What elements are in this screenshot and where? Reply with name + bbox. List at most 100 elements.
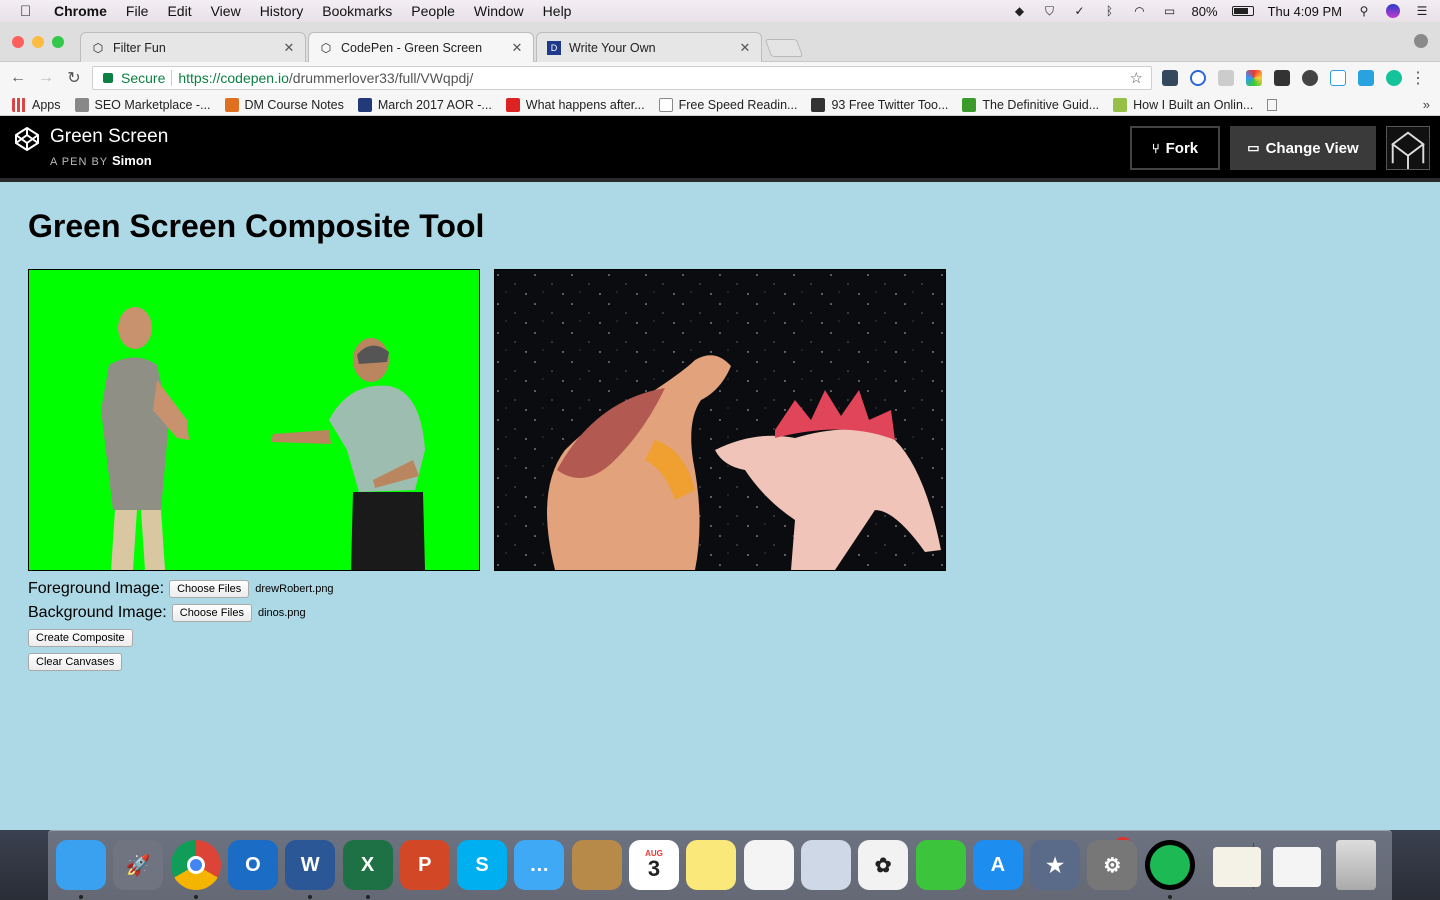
bookmark-star-icon[interactable]: ☆ (1130, 69, 1143, 87)
check-icon[interactable]: ✓ (1072, 4, 1088, 18)
bookmark-definitive-guide[interactable]: The Definitive Guid... (962, 97, 1099, 112)
tab-title: Filter Fun (113, 40, 166, 55)
bookmark-what-happens-after[interactable]: What happens after... (505, 97, 645, 112)
system-preferences-icon[interactable]: ⚙ (1087, 840, 1138, 890)
menu-history[interactable]: History (260, 3, 304, 19)
powerpoint-icon[interactable]: P (399, 840, 450, 890)
forward-arrow-icon[interactable]: → (32, 69, 60, 87)
background-choose-files-button[interactable]: Choose Files (171, 604, 252, 622)
extension-color-icon[interactable] (1246, 70, 1262, 86)
url-host: https://codepen.io (178, 70, 289, 86)
messages-icon[interactable]: … (514, 840, 565, 890)
background-canvas (494, 269, 946, 571)
launchpad-icon[interactable]: 🚀 (113, 840, 164, 890)
notification-center-icon[interactable]: ☰ (1414, 4, 1430, 18)
bookmark-free-twitter-tools[interactable]: 93 Free Twitter Too... (811, 97, 948, 112)
close-tab-icon[interactable]: ✕ (511, 40, 523, 56)
finder-icon[interactable] (56, 840, 106, 890)
skype-icon[interactable]: S (457, 840, 508, 890)
bookmark-how-i-built[interactable]: How I Built an Onlin... (1113, 97, 1253, 112)
spotify-icon[interactable] (1144, 840, 1195, 890)
create-composite-button[interactable]: Create Composite (28, 629, 133, 647)
battery-icon[interactable] (1231, 6, 1254, 16)
dock-stack-screenshot-2[interactable] (1273, 847, 1321, 887)
menu-clock[interactable]: Thu 4:09 PM (1268, 4, 1342, 19)
bookmark-favicon-icon (962, 97, 977, 112)
address-bar[interactable]: Secure https://codepen.io /drummerlover3… (92, 66, 1152, 90)
trash-icon[interactable] (1336, 840, 1376, 890)
word-icon[interactable]: W (285, 840, 336, 890)
spotlight-search-icon[interactable]: ⚲ (1356, 4, 1372, 18)
foreground-choose-files-button[interactable]: Choose Files (169, 580, 250, 598)
shield-icon[interactable]: ⛉ (1042, 4, 1058, 18)
pen-author-link[interactable]: Simon (112, 153, 152, 168)
apple-menu-icon[interactable]:  (20, 3, 36, 20)
bookmark-label: Free Speed Readin... (678, 97, 798, 112)
spark-icon[interactable]: ★ (1030, 840, 1081, 890)
omnibox-divider (171, 70, 173, 86)
airplay-icon[interactable]: ▭ (1162, 4, 1178, 18)
extension-iq-icon[interactable] (1330, 70, 1346, 86)
extension-block-icon[interactable] (1190, 70, 1206, 86)
codepen-logo-icon[interactable] (14, 126, 40, 152)
facetime-icon[interactable] (915, 840, 966, 890)
change-view-button[interactable]: ▭ Change View (1230, 126, 1376, 170)
excel-icon[interactable]: X (342, 840, 393, 890)
extension-book-icon[interactable] (1218, 70, 1234, 86)
close-window-icon[interactable] (12, 36, 24, 48)
tab-write-your-own[interactable]: D Write Your Own ✕ (536, 32, 762, 62)
bookmark-march-2017-aor[interactable]: March 2017 AOR -... (357, 97, 492, 112)
tab-codepen-green-screen[interactable]: ⬡ CodePen - Green Screen ✕ (308, 32, 534, 63)
fork-button[interactable]: ⑂ Fork (1130, 126, 1220, 170)
clear-canvases-button[interactable]: Clear Canvases (28, 653, 123, 671)
chrome-menu-icon[interactable]: ⋮ (1410, 68, 1426, 88)
battery-percent: 80% (1191, 3, 1218, 19)
extension-dots-icon[interactable] (1162, 70, 1178, 86)
bookmarks-overflow-icon[interactable]: » (1423, 97, 1430, 112)
app-store-icon[interactable]: A (972, 840, 1023, 890)
dock-stack-screenshot-1[interactable] (1213, 847, 1261, 887)
menu-bookmarks[interactable]: Bookmarks (322, 3, 392, 19)
extension-card-icon[interactable] (1358, 70, 1374, 86)
menu-file[interactable]: File (126, 3, 149, 19)
bookmark-seo-marketplace[interactable]: SEO Marketplace -... (74, 97, 211, 112)
bookmark-free-speed-reading[interactable]: Free Speed Readin... (658, 97, 798, 112)
secure-label[interactable]: Secure (121, 70, 165, 86)
contacts-icon[interactable] (571, 840, 622, 890)
menu-people[interactable]: People (411, 3, 455, 19)
notes-icon[interactable] (686, 840, 737, 890)
back-arrow-icon[interactable]: ← (4, 69, 32, 87)
zoom-window-icon[interactable] (52, 36, 64, 48)
view-icon: ▭ (1247, 140, 1260, 155)
bookmark-dm-course-notes[interactable]: DM Course Notes (224, 97, 344, 112)
chrome-icon[interactable] (170, 840, 221, 890)
extension-k-icon[interactable] (1302, 70, 1318, 86)
reminders-icon[interactable] (743, 840, 794, 890)
outlook-icon[interactable]: O (227, 840, 278, 890)
close-tab-icon[interactable]: ✕ (739, 40, 751, 56)
menu-app-name[interactable]: Chrome (54, 3, 107, 19)
menu-help[interactable]: Help (543, 3, 572, 19)
dropbox-icon[interactable]: ◆ (1012, 4, 1028, 18)
user-avatar[interactable] (1386, 126, 1430, 170)
reload-icon[interactable]: ↻ (60, 68, 88, 88)
grammarly-icon[interactable] (1386, 70, 1402, 86)
new-tab-button[interactable] (764, 39, 804, 57)
profile-icon[interactable] (1414, 34, 1428, 48)
menu-edit[interactable]: Edit (167, 3, 191, 19)
preview-icon[interactable] (800, 840, 851, 890)
photos-icon[interactable]: ✿ (858, 840, 909, 890)
tab-filter-fun[interactable]: ⬡ Filter Fun ✕ (80, 32, 306, 62)
bluetooth-icon[interactable]: ᛒ (1102, 4, 1118, 18)
close-tab-icon[interactable]: ✕ (283, 40, 295, 56)
siri-icon[interactable] (1386, 4, 1400, 18)
menu-window[interactable]: Window (474, 3, 524, 19)
apps-grid-icon (12, 97, 26, 112)
bookmark-apps[interactable]: Apps (12, 97, 61, 112)
minimize-window-icon[interactable] (32, 36, 44, 48)
extension-m-icon[interactable] (1274, 70, 1290, 86)
wifi-icon[interactable]: ◠ (1132, 4, 1148, 18)
menu-view[interactable]: View (211, 3, 241, 19)
calendar-icon[interactable]: AUG 3 (629, 840, 679, 890)
page-icon[interactable] (1267, 98, 1278, 111)
